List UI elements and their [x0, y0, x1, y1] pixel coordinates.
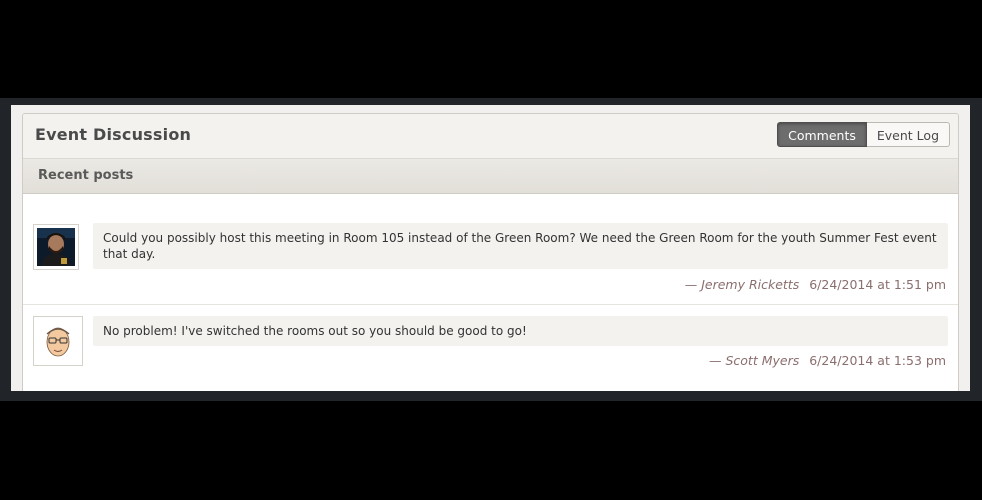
panel-header: Event Discussion Comments Event Log [23, 114, 958, 159]
list-item: Could you possibly host this meeting in … [23, 194, 958, 305]
avatar[interactable] [33, 224, 79, 270]
post-timestamp: 6/24/2014 at 1:51 pm [809, 277, 946, 292]
comment-text: No problem! I've switched the rooms out … [93, 316, 948, 346]
panel-title: Event Discussion [35, 125, 192, 144]
view-toggle: Comments Event Log [777, 122, 950, 147]
avatar[interactable] [33, 316, 83, 366]
cartoon-face-avatar-icon [37, 320, 79, 362]
page-content: Event Discussion Comments Event Log Rece… [11, 105, 970, 391]
recent-posts-heading: Recent posts [23, 159, 958, 194]
author-name[interactable]: — Jeremy Ricketts [685, 277, 800, 292]
author-name[interactable]: — Scott Myers [709, 353, 799, 368]
comment-text: Could you possibly host this meeting in … [93, 223, 948, 269]
event-discussion-panel: Event Discussion Comments Event Log Rece… [22, 113, 959, 391]
post-timestamp: 6/24/2014 at 1:53 pm [809, 353, 946, 368]
tab-comments[interactable]: Comments [777, 122, 867, 147]
post-meta: — Scott Myers 6/24/2014 at 1:53 pm [709, 353, 946, 368]
post-meta: — Jeremy Ricketts 6/24/2014 at 1:51 pm [685, 277, 946, 292]
post-list: Could you possibly host this meeting in … [23, 194, 958, 391]
app-shell: Event Discussion Comments Event Log Rece… [0, 98, 982, 401]
tab-event-log[interactable]: Event Log [866, 122, 950, 147]
person-photo-avatar-icon [37, 228, 75, 266]
list-item: No problem! I've switched the rooms out … [23, 305, 958, 391]
